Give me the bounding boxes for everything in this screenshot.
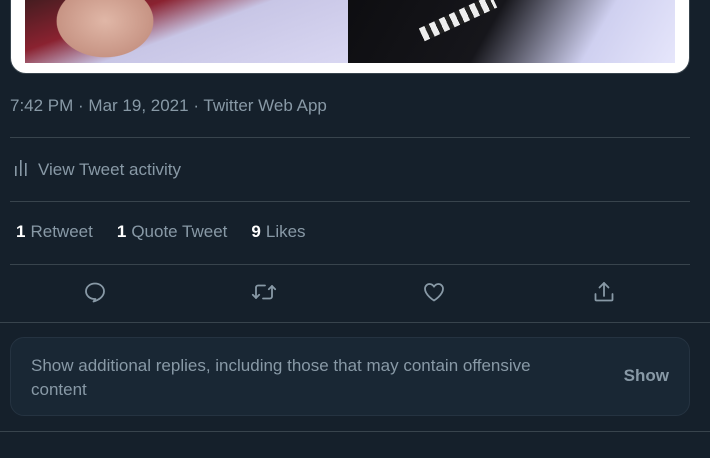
divider bbox=[10, 201, 690, 202]
retweet-icon bbox=[251, 280, 277, 309]
section-divider bbox=[0, 431, 710, 432]
tweet-media[interactable] bbox=[10, 0, 690, 74]
analytics-icon bbox=[14, 158, 28, 181]
likes-stat[interactable]: 9 Likes bbox=[251, 222, 305, 242]
quote-tweets-stat[interactable]: 1 Quote Tweet bbox=[117, 222, 228, 242]
tweet-actions bbox=[10, 276, 690, 312]
retweet-button[interactable] bbox=[246, 276, 282, 312]
photo-right[interactable] bbox=[348, 0, 675, 63]
like-icon bbox=[422, 280, 446, 309]
retweets-label: Retweet bbox=[30, 222, 93, 241]
likes-label: Likes bbox=[265, 222, 306, 241]
tweet-timestamp[interactable]: 7:42 PM · Mar 19, 2021 · Twitter Web App bbox=[10, 96, 327, 116]
view-tweet-activity[interactable]: View Tweet activity bbox=[14, 158, 181, 181]
retweets-count: 1 bbox=[16, 222, 26, 241]
reply-button[interactable] bbox=[77, 276, 113, 312]
media-grid bbox=[25, 0, 675, 63]
photo-left[interactable] bbox=[25, 0, 348, 63]
tweet-stats: 1 Retweet 1 Quote Tweet 9 Likes bbox=[16, 222, 306, 242]
divider bbox=[10, 264, 690, 265]
activity-label: View Tweet activity bbox=[38, 159, 181, 179]
share-icon bbox=[592, 280, 616, 309]
share-button[interactable] bbox=[586, 276, 622, 312]
quotes-label: Quote Tweet bbox=[131, 222, 228, 241]
like-button[interactable] bbox=[416, 276, 452, 312]
additional-replies-notice[interactable]: Show additional replies, including those… bbox=[10, 337, 690, 416]
reply-icon bbox=[83, 280, 107, 309]
show-replies-button[interactable]: Show bbox=[624, 366, 669, 386]
section-divider bbox=[0, 322, 710, 323]
likes-count: 9 bbox=[251, 222, 261, 241]
notice-text: Show additional replies, including those… bbox=[31, 356, 531, 399]
divider bbox=[10, 137, 690, 138]
retweets-stat[interactable]: 1 Retweet bbox=[16, 222, 93, 242]
quotes-count: 1 bbox=[116, 222, 127, 241]
